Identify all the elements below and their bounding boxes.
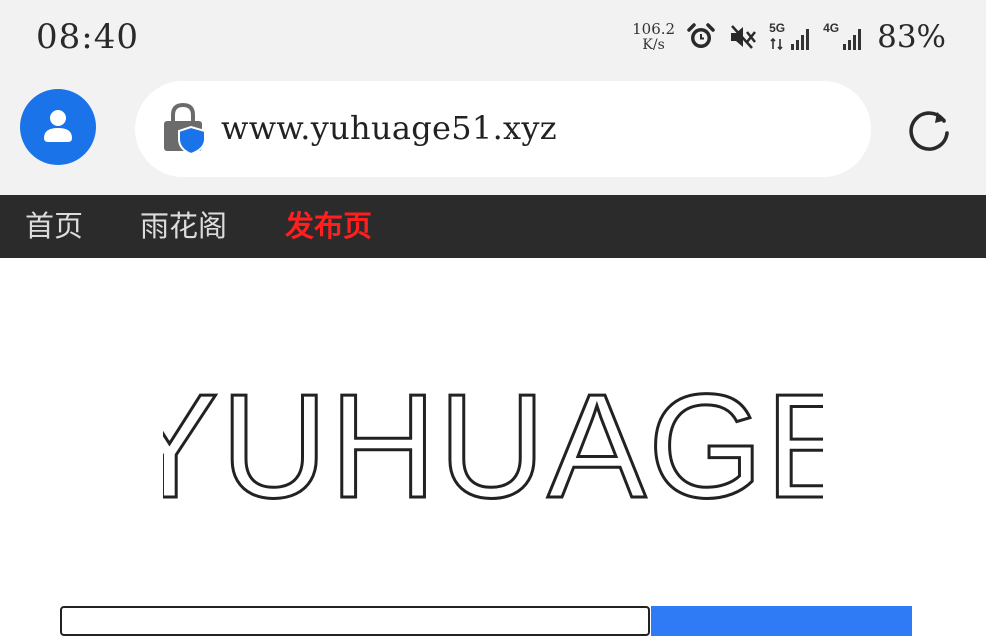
address-bar[interactable]: www.yuhuage51.xyz <box>135 81 871 177</box>
signal-4g-icon: 4G <box>823 21 867 53</box>
site-nav: 首页 雨花阁 发布页 <box>0 195 986 258</box>
nav-item-yuhuage[interactable]: 雨花阁 <box>140 203 227 245</box>
search-button[interactable] <box>651 606 912 636</box>
mute-icon <box>727 21 759 53</box>
logo-text: YUHUAGE <box>163 370 823 510</box>
search-input[interactable] <box>60 606 650 636</box>
nav-item-publish[interactable]: 发布页 <box>285 203 372 245</box>
logo-wordmark: YUHUAGE <box>163 370 823 510</box>
network-speed-value: 106.2 <box>632 20 676 38</box>
secure-lock-icon <box>161 101 209 157</box>
site-logo: YUHUAGE <box>0 370 986 510</box>
user-icon <box>44 110 72 142</box>
nav-item-home[interactable]: 首页 <box>25 203 83 245</box>
network-speed-unit: K/s <box>642 37 665 53</box>
battery-level: 83% <box>877 19 946 55</box>
status-bar: 08:40 106.2 K/s 5G 4G 83% <box>0 0 986 74</box>
browser-toolbar: www.yuhuage51.xyz <box>0 74 986 195</box>
status-icons: 106.2 K/s 5G 4G 83% <box>632 16 946 58</box>
reload-icon[interactable] <box>903 105 955 157</box>
signal-5g-icon: 5G <box>769 21 813 53</box>
status-time: 08:40 <box>36 17 139 57</box>
url-text[interactable]: www.yuhuage51.xyz <box>221 109 557 147</box>
alarm-icon <box>685 21 717 53</box>
network-speed: 106.2 K/s <box>632 21 675 53</box>
profile-avatar-button[interactable] <box>20 89 96 165</box>
